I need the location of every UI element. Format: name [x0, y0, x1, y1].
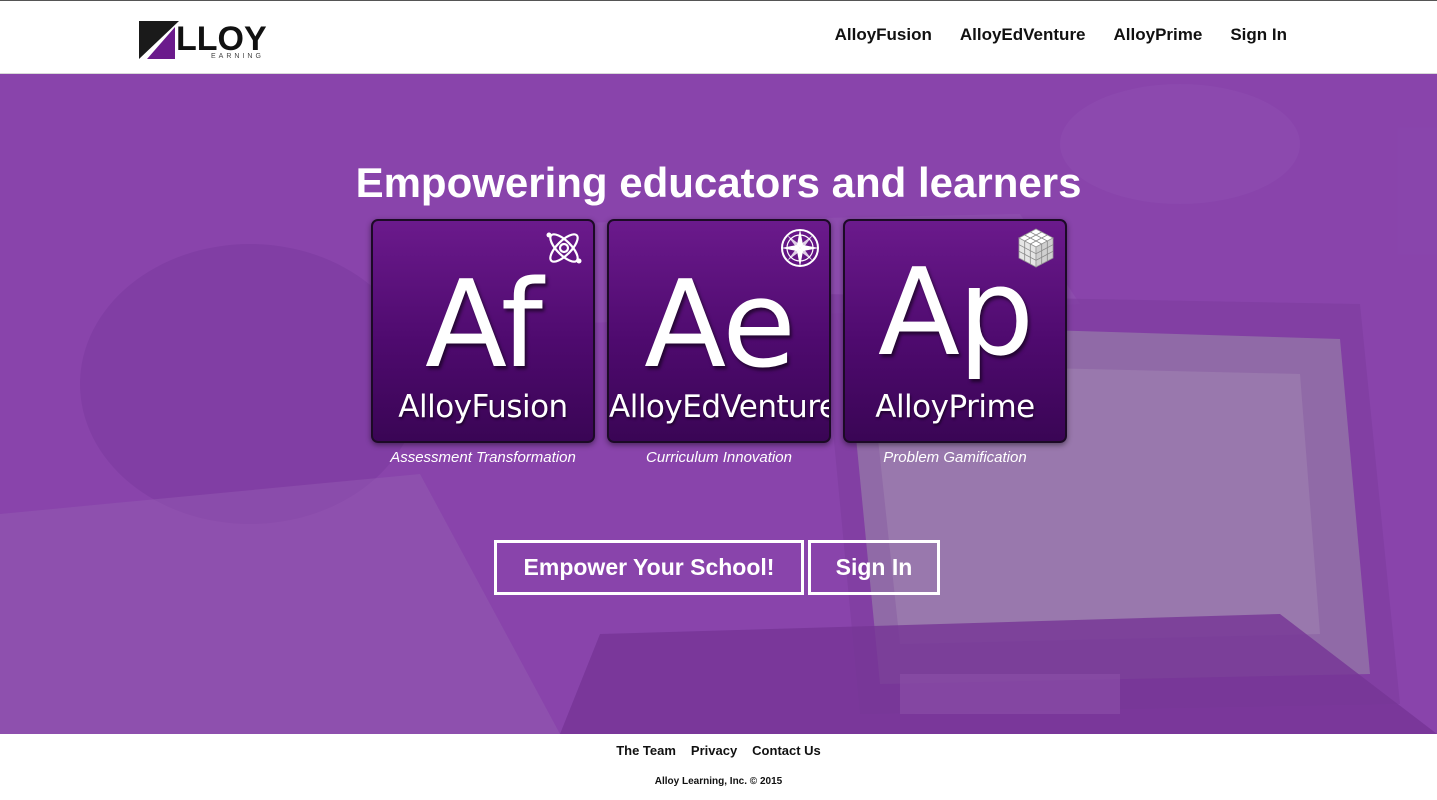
product-tile-alloyprime: Ap AlloyPrime Problem Gamification: [843, 219, 1067, 466]
hero-section: Empowering educators and learners Af All…: [0, 74, 1437, 734]
nav-sign-in[interactable]: Sign In: [1230, 25, 1287, 45]
alloyprime-tile[interactable]: Ap AlloyPrime: [843, 219, 1067, 443]
alloyfusion-tile[interactable]: Af AlloyFusion: [371, 219, 595, 443]
empower-your-school-button[interactable]: Empower Your School!: [494, 540, 804, 595]
alloyedventure-tile[interactable]: Ae AlloyEdVenture: [607, 219, 831, 443]
site-footer: The Team Privacy Contact Us Alloy Learni…: [0, 734, 1437, 800]
alloy-logo[interactable]: LLOY EARNING: [139, 20, 269, 63]
footer-links: The Team Privacy Contact Us: [0, 743, 1437, 758]
alloyfusion-symbol: Af: [424, 256, 543, 395]
nav-alloyfusion[interactable]: AlloyFusion: [835, 25, 932, 45]
hero-sign-in-button[interactable]: Sign In: [808, 540, 940, 595]
footer-link-the-team[interactable]: The Team: [616, 743, 676, 758]
alloyprime-caption: Problem Gamification: [883, 449, 1027, 466]
alloyedventure-caption: Curriculum Innovation: [646, 449, 792, 466]
footer-link-privacy[interactable]: Privacy: [691, 743, 737, 758]
logo-subtext: EARNING: [211, 53, 264, 60]
alloyprime-name: AlloyPrime: [875, 389, 1035, 425]
alloyfusion-name: AlloyFusion: [398, 389, 568, 425]
product-tile-alloyedventure: Ae AlloyEdVenture Curriculum Innovation: [607, 219, 831, 466]
alloyedventure-symbol: Ae: [644, 256, 796, 395]
hero-headline: Empowering educators and learners: [355, 159, 1082, 206]
logo-triangle-icon: [139, 21, 179, 59]
copyright-text: Alloy Learning, Inc. © 2015: [654, 776, 783, 787]
alloyedventure-name: AlloyEdVenture: [609, 389, 831, 425]
nav-alloyprime[interactable]: AlloyPrime: [1114, 25, 1203, 45]
alloyprime-symbol: Ap: [877, 244, 1034, 383]
site-header: LLOY EARNING AlloyFusion AlloyEdVenture …: [0, 1, 1437, 74]
footer-link-contact-us[interactable]: Contact Us: [752, 743, 821, 758]
nav-alloyedventure[interactable]: AlloyEdVenture: [960, 25, 1086, 45]
alloyfusion-caption: Assessment Transformation: [390, 449, 576, 466]
product-tile-alloyfusion: Af AlloyFusion Assessment Transformation: [371, 219, 595, 466]
product-tiles: Af AlloyFusion Assessment Transformation: [371, 219, 1067, 466]
main-nav: AlloyFusion AlloyEdVenture AlloyPrime Si…: [835, 25, 1287, 45]
cta-buttons: Empower Your School! Sign In: [494, 540, 940, 595]
